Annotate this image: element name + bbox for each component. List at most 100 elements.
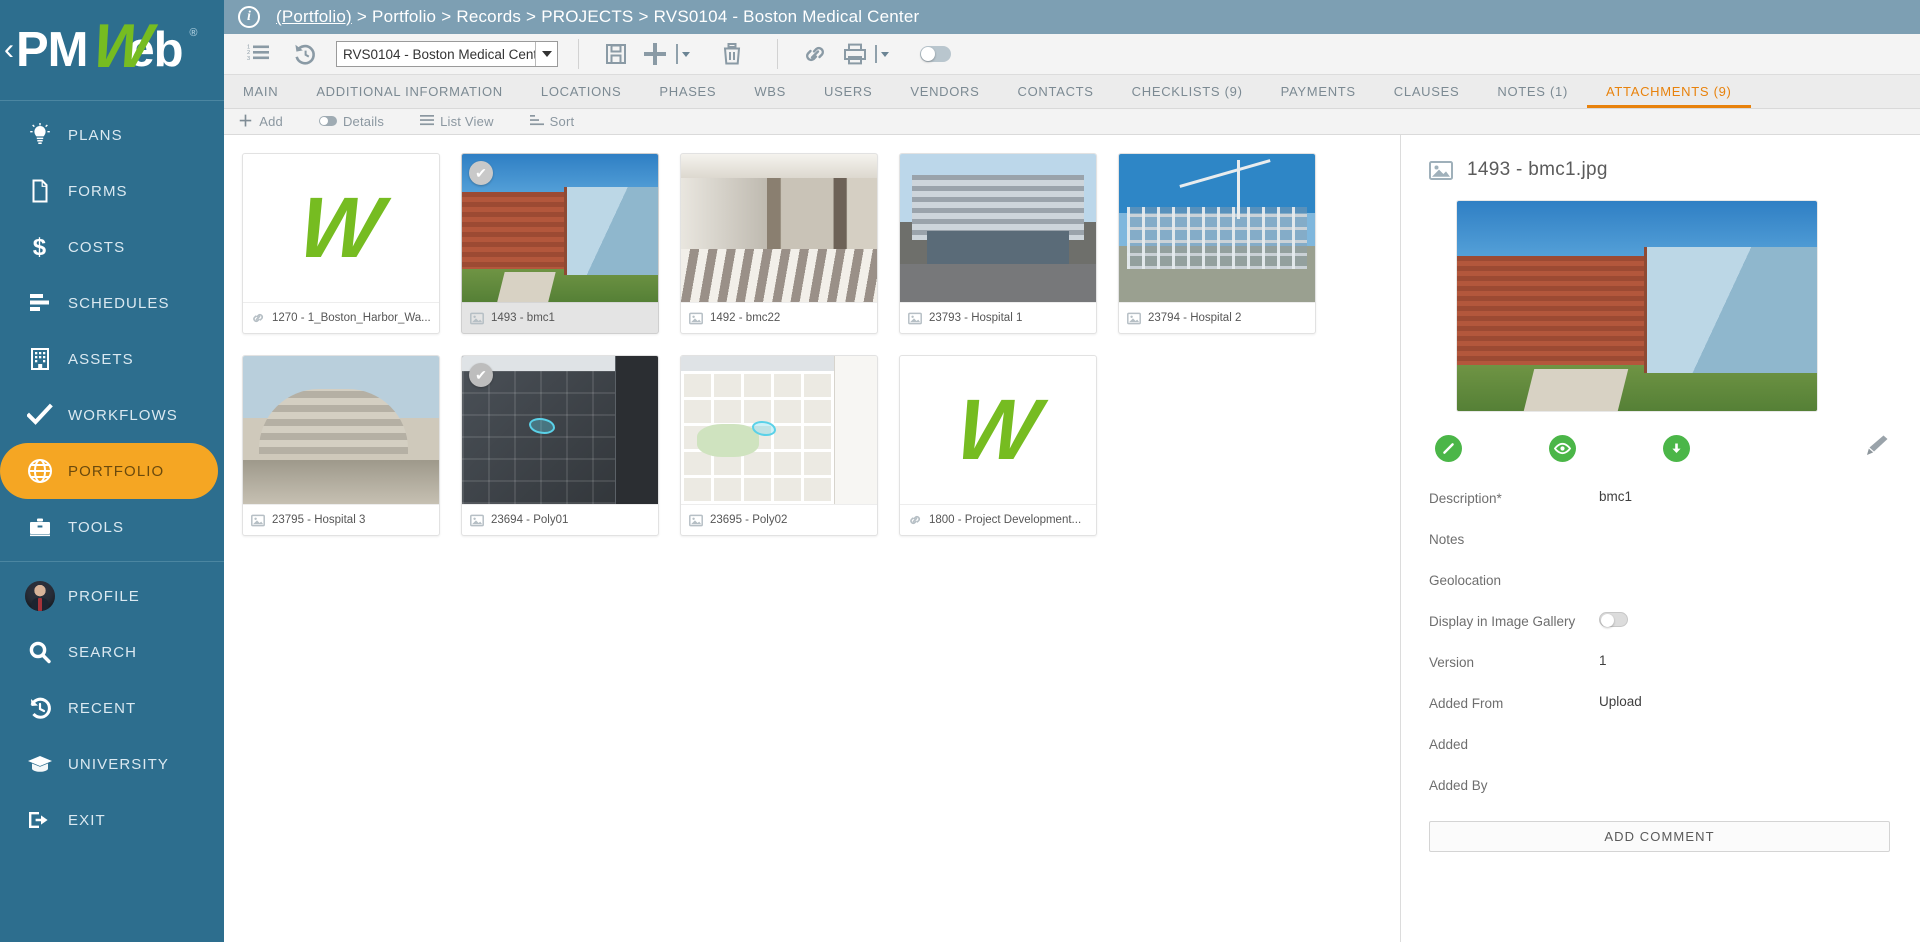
sidebar-item-workflows[interactable]: WORKFLOWS	[0, 387, 224, 443]
toggle-switch	[318, 114, 337, 129]
details-toggle[interactable]: Details	[303, 109, 400, 135]
sidebar-item-profile[interactable]: PROFILE	[0, 568, 224, 624]
attachment-card[interactable]: 23695 - Poly02	[680, 355, 878, 536]
save-button[interactable]	[593, 34, 639, 74]
markup-action[interactable]	[1862, 433, 1890, 463]
breadcrumb-root-link[interactable]: (Portfolio)	[276, 7, 352, 26]
view-action[interactable]	[1548, 434, 1576, 462]
delete-button[interactable]	[709, 34, 755, 74]
sidebar-item-assets[interactable]: ASSETS	[0, 331, 224, 387]
selected-checkmark-icon[interactable]: ✔	[469, 363, 493, 387]
info-icon[interactable]: i	[238, 6, 260, 28]
tab-main[interactable]: MAIN	[224, 75, 297, 108]
field-display-in-image-gallery: Display in Image Gallery	[1429, 612, 1890, 639]
attachment-card-label: 1493 - bmc1	[491, 312, 555, 324]
sidebar-item-schedules[interactable]: SCHEDULES	[0, 275, 224, 331]
brand-registered-mark: ®	[189, 26, 197, 39]
corridor-photo	[681, 154, 877, 302]
tab-vendors[interactable]: VENDORS	[891, 75, 998, 108]
attachment-card[interactable]: W 1270 - 1_Boston_Harbor_Wa...	[242, 153, 440, 334]
building-icon	[18, 347, 62, 371]
field-notes: Notes	[1429, 530, 1890, 557]
sidebar-item-portfolio[interactable]: PORTFOLIO	[0, 443, 218, 499]
graduation-cap-icon	[18, 753, 62, 775]
numbered-list-icon[interactable]: 123	[236, 34, 282, 74]
field-label: Notes	[1429, 532, 1465, 547]
attachment-thumbnail[interactable]	[681, 356, 877, 504]
link-button[interactable]	[792, 34, 838, 74]
sidebar-item-costs[interactable]: $ COSTS	[0, 219, 224, 275]
tab-checklists[interactable]: CHECKLISTS (9)	[1113, 75, 1262, 108]
sidebar-user-nav: PROFILE SEARCH RECENT UNIVERSITY EXIT	[0, 562, 224, 848]
view-mode-toggle[interactable]	[912, 34, 958, 74]
field-description: Description* bmc1	[1429, 489, 1890, 516]
add-dropdown-button[interactable]	[671, 34, 695, 74]
attachment-thumbnail[interactable]	[1119, 154, 1315, 302]
field-version: Version 1	[1429, 653, 1890, 680]
tab-contacts[interactable]: CONTACTS	[999, 75, 1113, 108]
tab-wbs[interactable]: WBS	[735, 75, 805, 108]
breadcrumb-item-portfolio[interactable]: Portfolio	[372, 7, 436, 26]
image-icon	[1429, 160, 1453, 181]
attachment-card[interactable]: 23793 - Hospital 1	[899, 153, 1097, 334]
print-dropdown-button[interactable]	[872, 34, 892, 74]
sidebar-item-label: UNIVERSITY	[68, 755, 170, 773]
attachment-thumbnail[interactable]	[900, 154, 1096, 302]
chevron-down-icon[interactable]	[535, 42, 557, 66]
attachment-card[interactable]: W 1800 - Project Development...	[899, 355, 1097, 536]
sort-button[interactable]: Sort	[514, 109, 591, 135]
attachment-thumbnail[interactable]: W	[900, 356, 1096, 504]
edit-action[interactable]	[1435, 434, 1462, 462]
add-attachment-button[interactable]: ＋ Add	[238, 109, 299, 135]
sidebar-item-exit[interactable]: EXIT	[0, 792, 224, 848]
breadcrumb-item-projects[interactable]: PROJECTS	[541, 7, 633, 26]
project-select[interactable]: RVS0104 - Boston Medical Center	[336, 41, 558, 67]
print-button[interactable]	[838, 34, 872, 74]
list-view-button[interactable]: List View	[404, 109, 510, 135]
sidebar-item-label: FORMS	[68, 182, 128, 200]
tab-phases[interactable]: PHASES	[640, 75, 735, 108]
attachment-thumbnail[interactable]	[681, 154, 877, 302]
revision-history-icon[interactable]	[282, 34, 328, 74]
tab-attachments[interactable]: ATTACHMENTS (9)	[1586, 75, 1751, 108]
attachment-detail-panel: 1493 - bmc1.jpg Description* bmc1 Notes …	[1400, 135, 1920, 942]
add-button[interactable]	[639, 34, 671, 74]
field-value[interactable]: bmc1	[1599, 489, 1632, 504]
attachment-card[interactable]: 23795 - Hospital 3	[242, 355, 440, 536]
sidebar-item-forms[interactable]: FORMS	[0, 163, 224, 219]
image-icon	[689, 514, 703, 527]
attachment-card-footer: 1492 - bmc22	[681, 302, 877, 333]
sidebar-item-tools[interactable]: TOOLS	[0, 499, 224, 555]
attachment-card-label: 23793 - Hospital 1	[929, 312, 1023, 324]
tab-payments[interactable]: PAYMENTS	[1262, 75, 1375, 108]
brand-logo[interactable]: ‹ PMMeb W ®	[0, 0, 224, 100]
attachment-card[interactable]: ✔ 1493 - bmc1	[461, 153, 659, 334]
field-added: Added	[1429, 735, 1890, 762]
attachment-thumbnail[interactable]: W	[243, 154, 439, 302]
download-action[interactable]	[1662, 434, 1690, 462]
tab-notes[interactable]: NOTES (1)	[1478, 75, 1587, 108]
tab-users[interactable]: USERS	[805, 75, 891, 108]
attachment-card[interactable]: 23794 - Hospital 2	[1118, 153, 1316, 334]
display-gallery-toggle[interactable]	[1599, 612, 1628, 632]
breadcrumb-separator: >	[356, 7, 368, 26]
record-toolbar: 123 RVS0104 - Boston Medical Center	[224, 34, 1920, 75]
breadcrumb-item-records[interactable]: Records	[456, 7, 521, 26]
attachment-card[interactable]: 1492 - bmc22	[680, 153, 878, 334]
selected-checkmark-icon[interactable]: ✔	[469, 161, 493, 185]
toggle-switch[interactable]	[919, 46, 951, 62]
sidebar-item-search[interactable]: SEARCH	[0, 624, 224, 680]
sidebar-item-university[interactable]: UNIVERSITY	[0, 736, 224, 792]
detail-image-preview[interactable]	[1457, 201, 1817, 411]
tab-additional-information[interactable]: ADDITIONAL INFORMATION	[297, 75, 522, 108]
attachment-card[interactable]: ✔ 23694 - Poly01	[461, 355, 659, 536]
add-comment-button[interactable]: ADD COMMENT	[1429, 821, 1890, 852]
collapse-sidebar-chevron-icon[interactable]: ‹	[4, 35, 14, 65]
attachment-thumbnail[interactable]	[243, 356, 439, 504]
main-content: i (Portfolio) > Portfolio > Records > PROJECTS…	[224, 0, 1920, 942]
tab-clauses[interactable]: CLAUSES	[1375, 75, 1479, 108]
attachment-gallery: W 1270 - 1_Boston_Harbor_Wa... ✔ 1493 - …	[224, 135, 1400, 942]
sidebar-item-recent[interactable]: RECENT	[0, 680, 224, 736]
sidebar-item-plans[interactable]: PLANS	[0, 107, 224, 163]
tab-locations[interactable]: LOCATIONS	[522, 75, 640, 108]
